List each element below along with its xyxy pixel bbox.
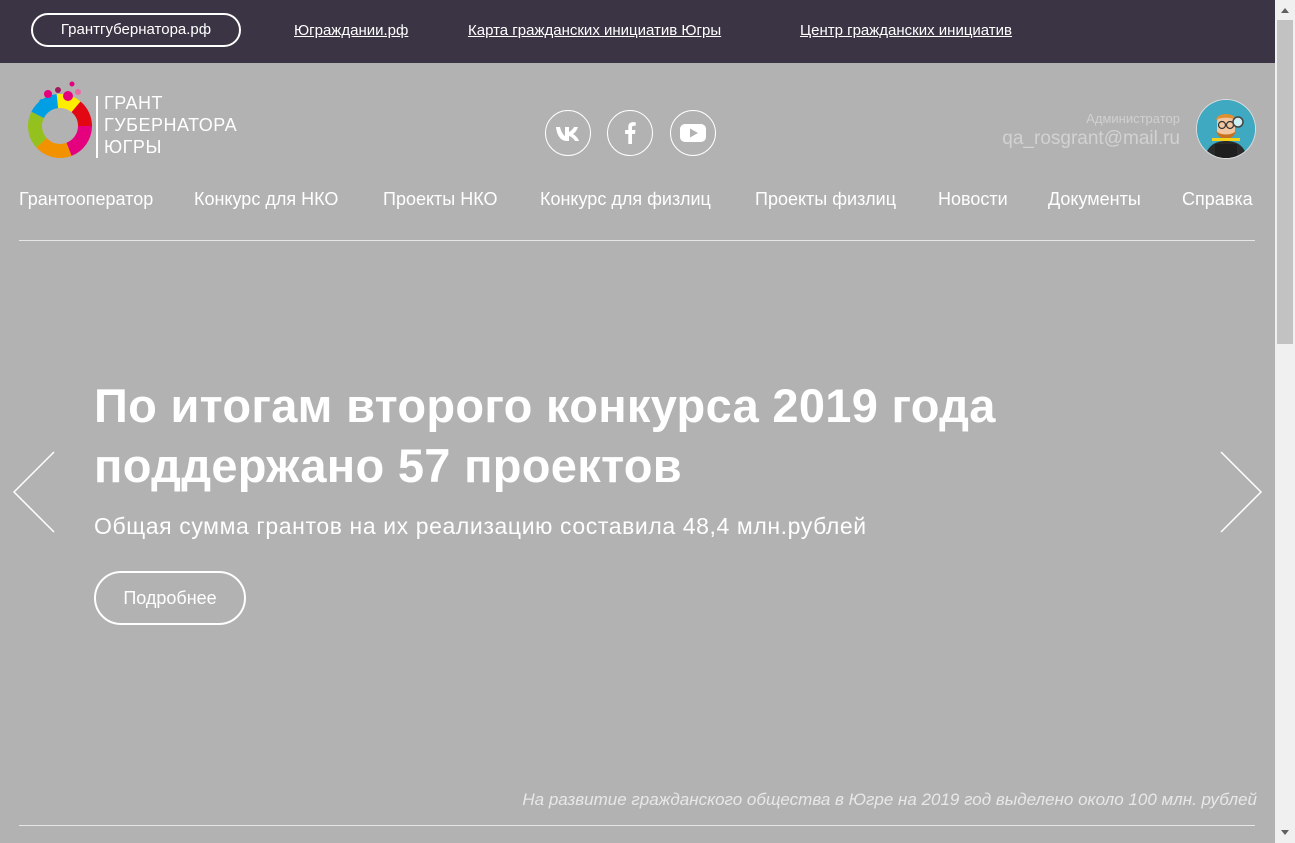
top-link-initiatives-map[interactable]: Карта гражданских инициатив Югры	[468, 22, 721, 39]
top-link-yugrazhdanin[interactable]: Юграждании.рф	[294, 22, 408, 39]
bottom-divider	[19, 825, 1255, 826]
nav-item-news[interactable]: Новости	[938, 189, 1008, 210]
vk-icon	[556, 127, 579, 141]
logo-text: ГРАНТ ГУБЕРНАТОРА ЮГРЫ	[104, 92, 237, 158]
slider-prev-arrow-icon[interactable]	[12, 450, 56, 534]
youtube-icon	[680, 124, 706, 142]
avatar[interactable]	[1197, 100, 1255, 158]
nav-item-individuals-projects[interactable]: Проекты физлиц	[755, 189, 896, 210]
scroll-thumb[interactable]	[1277, 20, 1293, 344]
nav-item-grantoperator[interactable]: Грантооператор	[19, 189, 153, 210]
scroll-down-arrow-icon[interactable]	[1275, 823, 1295, 841]
nav-item-individuals-contest[interactable]: Конкурс для физлиц	[540, 189, 711, 210]
top-pill-link[interactable]: Грантгубернатора.рф	[31, 13, 241, 47]
user-avatar-icon	[1197, 100, 1255, 158]
hero-title: По итогам второго конкурса 2019 года под…	[94, 376, 1094, 496]
logo-line: ГУБЕРНАТОРА	[104, 115, 238, 135]
hero-title-line: поддержано 57 проектов	[94, 439, 682, 492]
top-bar: Грантгубернатора.рф Юграждании.рф Карта …	[0, 0, 1275, 63]
nav-item-help[interactable]: Справка	[1182, 189, 1253, 210]
nav-item-nko-contest[interactable]: Конкурс для НКО	[194, 189, 338, 210]
scrollbar[interactable]	[1275, 0, 1295, 843]
user-email[interactable]: qa_rosgrant@mail.ru	[1002, 128, 1180, 150]
logo-line: ЮГРЫ	[104, 137, 162, 157]
nav-item-documents[interactable]: Документы	[1048, 189, 1141, 210]
colorful-ring-logo-icon	[28, 81, 92, 158]
hero-subtitle: Общая сумма грантов на их реализацию сос…	[94, 513, 867, 539]
vk-link[interactable]	[545, 110, 591, 156]
facebook-icon	[625, 122, 636, 144]
more-button[interactable]: Подробнее	[94, 571, 246, 625]
main-nav: Грантооператор Конкурс для НКО Проекты Н…	[19, 189, 1255, 213]
hero-title-line: По итогам второго конкурса 2019 года	[94, 379, 996, 432]
scroll-up-arrow-icon[interactable]	[1275, 1, 1295, 19]
top-link-civic-center[interactable]: Центр гражданских инициатив	[800, 22, 1012, 39]
nav-divider	[19, 240, 1255, 241]
youtube-link[interactable]	[670, 110, 716, 156]
slider-next-arrow-icon[interactable]	[1219, 450, 1263, 534]
nav-item-nko-projects[interactable]: Проекты НКО	[383, 189, 498, 210]
logo-line: ГРАНТ	[104, 93, 164, 113]
facebook-link[interactable]	[607, 110, 653, 156]
user-role: Администратор	[1086, 111, 1180, 126]
hero-footnote: На развитие гражданского общества в Югре…	[522, 790, 1257, 809]
logo-divider	[96, 96, 98, 158]
